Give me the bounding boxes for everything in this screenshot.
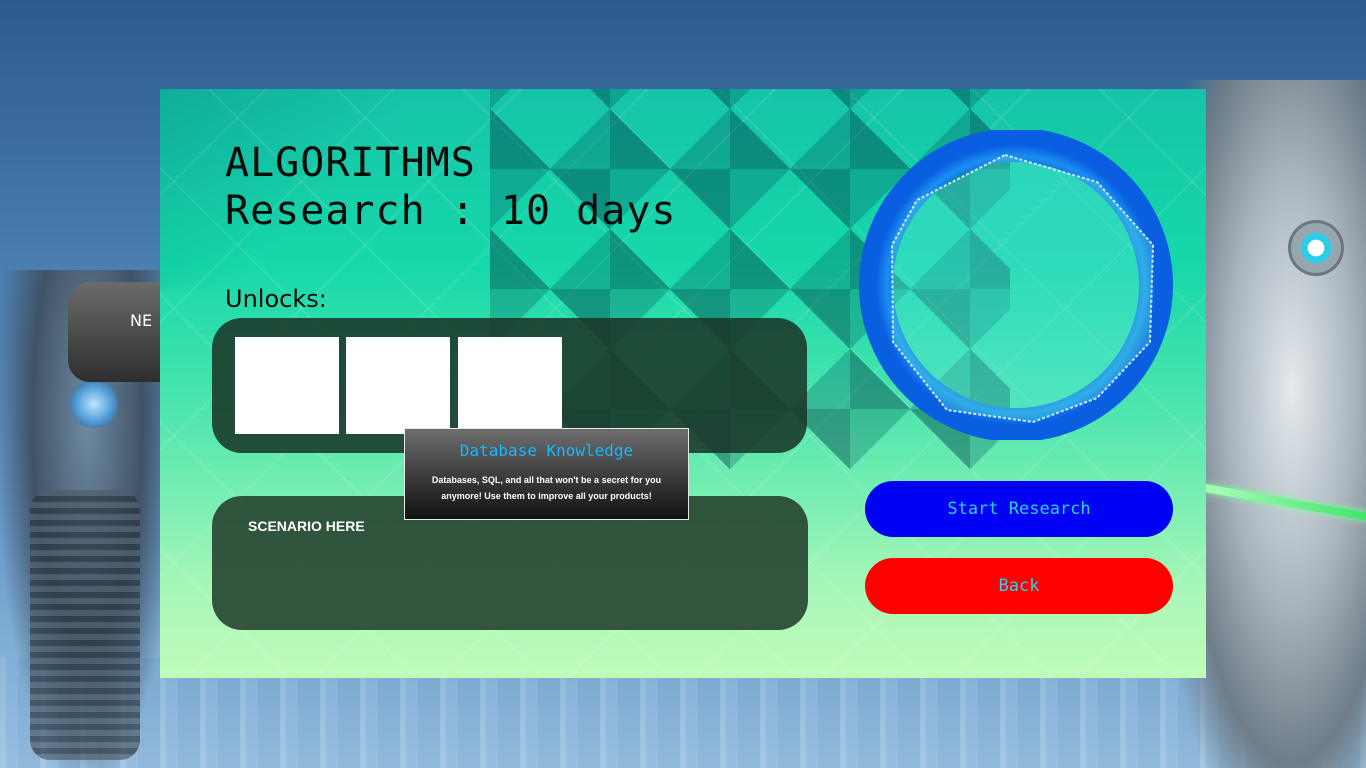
unlock-tooltip: Database Knowledge Databases, SQL, and a… bbox=[404, 428, 689, 520]
research-name: ALGORITHMS bbox=[225, 140, 476, 186]
unlocks-label: Unlocks: bbox=[225, 285, 327, 313]
robot-core-light bbox=[70, 380, 118, 428]
start-research-button[interactable]: Start Research bbox=[865, 481, 1173, 537]
research-progress-ring-icon bbox=[859, 130, 1173, 440]
scenario-text: SCENARIO HERE bbox=[248, 518, 365, 534]
research-duration: Research : 10 days bbox=[225, 188, 677, 234]
research-title: ALGORITHMS Research : 10 days bbox=[225, 139, 676, 235]
unlock-slot-3[interactable] bbox=[458, 337, 562, 434]
unlock-slot-1[interactable] bbox=[235, 337, 339, 434]
research-dialog: ALGORITHMS Research : 10 days Unlocks: S… bbox=[160, 89, 1206, 678]
unlock-slot-2[interactable] bbox=[346, 337, 450, 434]
background-menu-button-label: NE bbox=[130, 311, 153, 330]
background-robot-right bbox=[1180, 80, 1366, 768]
robot-legs bbox=[30, 490, 140, 760]
back-button[interactable]: Back bbox=[865, 558, 1173, 614]
tooltip-title: Database Knowledge bbox=[459, 441, 634, 460]
tooltip-description: Databases, SQL, and all that won't be a … bbox=[431, 475, 662, 501]
robot-eye bbox=[1288, 220, 1344, 276]
